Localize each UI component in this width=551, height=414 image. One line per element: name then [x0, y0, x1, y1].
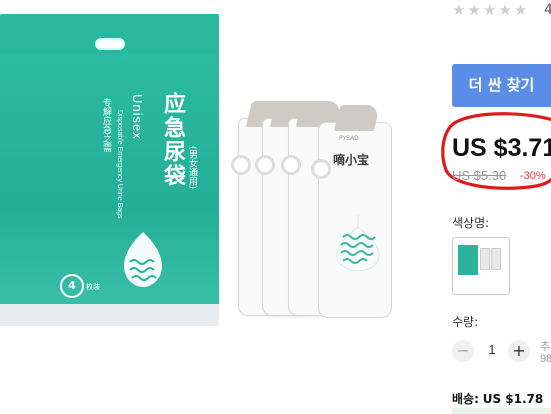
wave-pattern-icon — [336, 215, 380, 271]
water-drop-icon — [124, 210, 162, 287]
bag-spout — [333, 105, 381, 131]
package-title: 应急尿袋 — [160, 92, 185, 188]
bag-name: 嘀小宝 — [333, 153, 370, 167]
thumb-bag — [491, 248, 501, 270]
stock-info-label: 추 — [540, 340, 551, 353]
shipping-label: 배송: — [452, 392, 479, 406]
thumb-package — [458, 245, 478, 275]
urine-bag-front: PYSAD 嘀小宝 — [311, 105, 392, 318]
color-option-label: 색상명: — [452, 216, 490, 230]
discount-badge: -30% — [520, 170, 546, 182]
stock-info-count: 98 — [540, 353, 551, 365]
rating-stars[interactable]: ★ ★ ★ ★ ★ — [452, 2, 527, 18]
review-count[interactable]: 4 — [544, 2, 551, 18]
package-subtitle: (男女通用) — [187, 146, 197, 190]
package-tagline: 专解应急之需 — [101, 98, 111, 152]
star-icon: ★ — [467, 1, 481, 19]
quantity-decrease-button[interactable]: − — [452, 340, 474, 362]
quantity-label: 수량: — [452, 315, 479, 329]
thumb-bag — [480, 248, 490, 270]
shipping-value: US $1.78 — [482, 392, 544, 406]
star-icon: ★ — [482, 1, 497, 19]
quantity-value[interactable]: 1 — [480, 342, 504, 357]
product-image[interactable]: 应急尿袋 (男女通用) Unisex Disposable Emergency … — [0, 0, 440, 414]
piece-count-badge: 4 — [60, 274, 84, 298]
hang-hole — [95, 38, 125, 50]
bag-ring — [255, 155, 275, 175]
bag-ring — [281, 155, 301, 175]
bag-ring — [311, 159, 331, 179]
piece-count-label: 枚装 — [86, 283, 100, 291]
cart-area — [452, 408, 551, 414]
package-unisex: Unisex — [130, 94, 145, 140]
bag-ring — [231, 155, 251, 175]
star-icon: ★ — [498, 1, 512, 19]
star-icon: ★ — [452, 1, 466, 19]
star-icon: ★ — [513, 1, 528, 19]
quantity-increase-button[interactable]: + — [508, 340, 530, 362]
bag-brand: PYSAD — [339, 135, 359, 142]
original-price: US $5.30 — [452, 168, 507, 183]
color-option-thumbnail[interactable] — [452, 237, 510, 295]
package-seal — [0, 304, 219, 326]
find-cheaper-button[interactable]: 더 싼 찾기 — [452, 64, 551, 107]
urine-bag-package: 应急尿袋 (男女通用) Unisex Disposable Emergency … — [0, 14, 219, 326]
package-english: Disposable Emergency Urine Bags — [116, 110, 123, 219]
shipping-cost: 배송: US $1.78 — [452, 390, 543, 407]
current-price: US $3.71 — [452, 134, 551, 162]
